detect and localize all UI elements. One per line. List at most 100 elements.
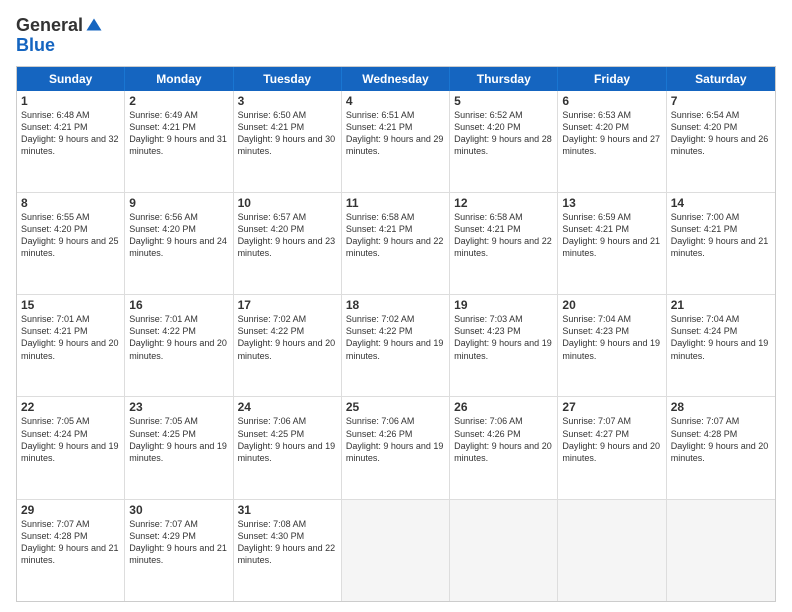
header-day-thursday: Thursday	[450, 67, 558, 91]
sunrise-line: Sunrise: 6:58 AM	[454, 211, 553, 223]
daylight-label: Daylight: 9 hours and 22 minutes.	[346, 235, 445, 259]
day-number: 13	[562, 196, 661, 210]
sunset-line: Sunset: 4:24 PM	[671, 325, 771, 337]
day-number: 18	[346, 298, 445, 312]
sunrise-line: Sunrise: 7:00 AM	[671, 211, 771, 223]
sunset-line: Sunset: 4:26 PM	[454, 428, 553, 440]
day-cell-29: 29 Sunrise: 7:07 AM Sunset: 4:28 PM Dayl…	[17, 500, 125, 601]
day-number: 1	[21, 94, 120, 108]
day-number: 7	[671, 94, 771, 108]
sunrise-line: Sunrise: 7:06 AM	[346, 415, 445, 427]
sunrise-line: Sunrise: 7:07 AM	[129, 518, 228, 530]
day-number: 5	[454, 94, 553, 108]
sunrise-line: Sunrise: 6:51 AM	[346, 109, 445, 121]
sunset-line: Sunset: 4:21 PM	[454, 223, 553, 235]
sunset-line: Sunset: 4:22 PM	[346, 325, 445, 337]
sunrise-line: Sunrise: 7:01 AM	[21, 313, 120, 325]
day-cell-12: 12 Sunrise: 6:58 AM Sunset: 4:21 PM Dayl…	[450, 193, 558, 294]
day-cell-3: 3 Sunrise: 6:50 AM Sunset: 4:21 PM Dayli…	[234, 91, 342, 192]
calendar-page: General Blue SundayMondayTuesdayWednesda…	[0, 0, 792, 612]
day-number: 9	[129, 196, 228, 210]
sunset-line: Sunset: 4:30 PM	[238, 530, 337, 542]
daylight-label: Daylight: 9 hours and 31 minutes.	[129, 133, 228, 157]
sunrise-line: Sunrise: 6:56 AM	[129, 211, 228, 223]
daylight-label: Daylight: 9 hours and 20 minutes.	[671, 440, 771, 464]
day-cell-13: 13 Sunrise: 6:59 AM Sunset: 4:21 PM Dayl…	[558, 193, 666, 294]
empty-cell	[667, 500, 775, 601]
day-number: 8	[21, 196, 120, 210]
header-day-friday: Friday	[558, 67, 666, 91]
sunset-line: Sunset: 4:20 PM	[454, 121, 553, 133]
day-cell-1: 1 Sunrise: 6:48 AM Sunset: 4:21 PM Dayli…	[17, 91, 125, 192]
daylight-label: Daylight: 9 hours and 30 minutes.	[238, 133, 337, 157]
sunset-line: Sunset: 4:21 PM	[346, 121, 445, 133]
sunrise-line: Sunrise: 7:02 AM	[346, 313, 445, 325]
day-cell-10: 10 Sunrise: 6:57 AM Sunset: 4:20 PM Dayl…	[234, 193, 342, 294]
day-cell-6: 6 Sunrise: 6:53 AM Sunset: 4:20 PM Dayli…	[558, 91, 666, 192]
header-day-tuesday: Tuesday	[234, 67, 342, 91]
calendar-body: 1 Sunrise: 6:48 AM Sunset: 4:21 PM Dayli…	[17, 91, 775, 601]
day-cell-26: 26 Sunrise: 7:06 AM Sunset: 4:26 PM Dayl…	[450, 397, 558, 498]
sunrise-line: Sunrise: 6:49 AM	[129, 109, 228, 121]
sunset-line: Sunset: 4:23 PM	[562, 325, 661, 337]
week-row-3: 15 Sunrise: 7:01 AM Sunset: 4:21 PM Dayl…	[17, 294, 775, 396]
day-cell-28: 28 Sunrise: 7:07 AM Sunset: 4:28 PM Dayl…	[667, 397, 775, 498]
sunset-line: Sunset: 4:23 PM	[454, 325, 553, 337]
day-number: 29	[21, 503, 120, 517]
week-row-4: 22 Sunrise: 7:05 AM Sunset: 4:24 PM Dayl…	[17, 396, 775, 498]
sunrise-line: Sunrise: 6:55 AM	[21, 211, 120, 223]
day-cell-11: 11 Sunrise: 6:58 AM Sunset: 4:21 PM Dayl…	[342, 193, 450, 294]
daylight-label: Daylight: 9 hours and 20 minutes.	[21, 337, 120, 361]
daylight-label: Daylight: 9 hours and 23 minutes.	[238, 235, 337, 259]
day-number: 17	[238, 298, 337, 312]
sunset-line: Sunset: 4:21 PM	[346, 223, 445, 235]
sunrise-line: Sunrise: 7:02 AM	[238, 313, 337, 325]
sunrise-line: Sunrise: 6:58 AM	[346, 211, 445, 223]
logo: General Blue	[16, 16, 103, 56]
daylight-label: Daylight: 9 hours and 19 minutes.	[21, 440, 120, 464]
day-number: 31	[238, 503, 337, 517]
sunset-line: Sunset: 4:21 PM	[129, 121, 228, 133]
daylight-label: Daylight: 9 hours and 28 minutes.	[454, 133, 553, 157]
sunrise-line: Sunrise: 7:04 AM	[671, 313, 771, 325]
sunset-line: Sunset: 4:21 PM	[671, 223, 771, 235]
empty-cell	[342, 500, 450, 601]
day-cell-21: 21 Sunrise: 7:04 AM Sunset: 4:24 PM Dayl…	[667, 295, 775, 396]
day-cell-7: 7 Sunrise: 6:54 AM Sunset: 4:20 PM Dayli…	[667, 91, 775, 192]
sunset-line: Sunset: 4:29 PM	[129, 530, 228, 542]
sunset-line: Sunset: 4:22 PM	[129, 325, 228, 337]
sunset-line: Sunset: 4:21 PM	[562, 223, 661, 235]
sunset-line: Sunset: 4:26 PM	[346, 428, 445, 440]
sunrise-line: Sunrise: 6:59 AM	[562, 211, 661, 223]
day-number: 15	[21, 298, 120, 312]
sunrise-line: Sunrise: 6:52 AM	[454, 109, 553, 121]
sunrise-line: Sunrise: 7:07 AM	[671, 415, 771, 427]
sunset-line: Sunset: 4:20 PM	[562, 121, 661, 133]
week-row-5: 29 Sunrise: 7:07 AM Sunset: 4:28 PM Dayl…	[17, 499, 775, 601]
sunrise-line: Sunrise: 7:03 AM	[454, 313, 553, 325]
day-cell-16: 16 Sunrise: 7:01 AM Sunset: 4:22 PM Dayl…	[125, 295, 233, 396]
day-number: 30	[129, 503, 228, 517]
sunset-line: Sunset: 4:21 PM	[21, 121, 120, 133]
sunset-line: Sunset: 4:25 PM	[129, 428, 228, 440]
daylight-label: Daylight: 9 hours and 32 minutes.	[21, 133, 120, 157]
sunset-line: Sunset: 4:21 PM	[238, 121, 337, 133]
day-cell-27: 27 Sunrise: 7:07 AM Sunset: 4:27 PM Dayl…	[558, 397, 666, 498]
calendar: SundayMondayTuesdayWednesdayThursdayFrid…	[16, 66, 776, 602]
sunrise-line: Sunrise: 7:05 AM	[129, 415, 228, 427]
logo-general: General	[16, 15, 83, 35]
daylight-label: Daylight: 9 hours and 22 minutes.	[454, 235, 553, 259]
daylight-label: Daylight: 9 hours and 19 minutes.	[346, 337, 445, 361]
sunrise-line: Sunrise: 7:06 AM	[454, 415, 553, 427]
daylight-label: Daylight: 9 hours and 20 minutes.	[129, 337, 228, 361]
day-number: 10	[238, 196, 337, 210]
sunrise-line: Sunrise: 7:06 AM	[238, 415, 337, 427]
sunrise-line: Sunrise: 7:07 AM	[562, 415, 661, 427]
daylight-label: Daylight: 9 hours and 27 minutes.	[562, 133, 661, 157]
day-cell-18: 18 Sunrise: 7:02 AM Sunset: 4:22 PM Dayl…	[342, 295, 450, 396]
daylight-label: Daylight: 9 hours and 19 minutes.	[671, 337, 771, 361]
day-number: 24	[238, 400, 337, 414]
day-number: 22	[21, 400, 120, 414]
day-cell-30: 30 Sunrise: 7:07 AM Sunset: 4:29 PM Dayl…	[125, 500, 233, 601]
day-number: 26	[454, 400, 553, 414]
